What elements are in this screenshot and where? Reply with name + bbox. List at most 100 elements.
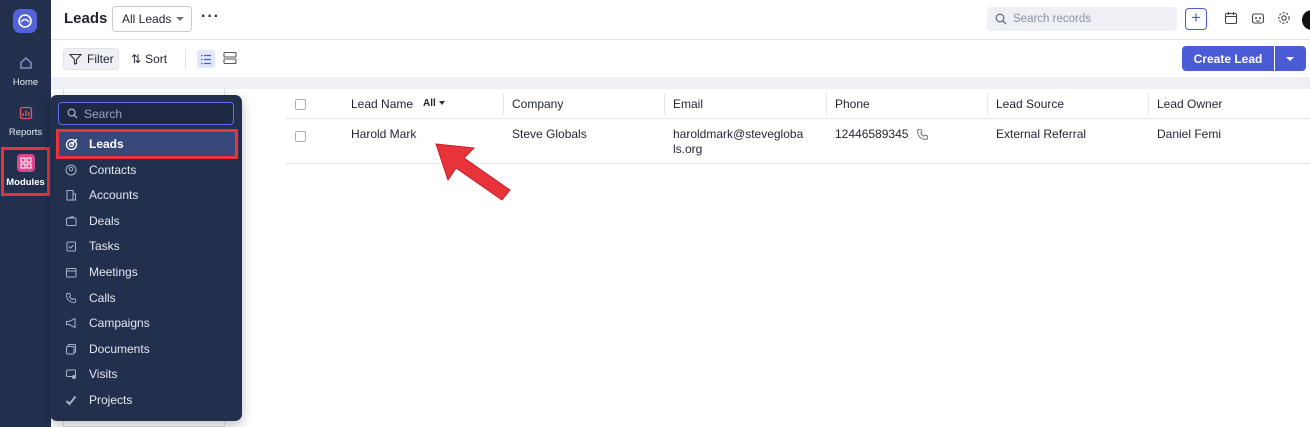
lead-name-filter-label: All <box>423 98 436 109</box>
select-all-checkbox[interactable] <box>295 99 306 110</box>
menu-search-placeholder: Search <box>84 106 123 121</box>
cell-lead-owner: Daniel Femi <box>1157 127 1222 141</box>
menu-item-label: Deals <box>89 213 120 228</box>
app-logo-icon[interactable] <box>13 9 37 33</box>
filter-label: Filter <box>87 52 114 66</box>
add-icon[interactable]: + <box>1185 8 1207 30</box>
sort-label: Sort <box>145 52 168 66</box>
menu-item-label: Campaigns <box>89 315 150 330</box>
menu-item-campaigns[interactable]: Campaigns <box>59 311 234 334</box>
column-header-phone[interactable]: Phone <box>835 97 870 111</box>
sort-button[interactable]: ⇅ Sort <box>131 52 167 66</box>
documents-icon <box>64 342 78 356</box>
column-divider <box>987 93 988 115</box>
cell-company: Steve Globals <box>512 127 587 141</box>
cell-email-line1: haroldmark@stevegloba <box>673 127 804 141</box>
column-header-lead-source[interactable]: Lead Source <box>996 97 1064 111</box>
rail-reports[interactable]: Reports <box>0 104 51 138</box>
gear-icon[interactable] <box>1277 11 1291 25</box>
modules-grid-icon <box>16 154 35 172</box>
row-checkbox[interactable] <box>295 131 306 142</box>
more-options-icon[interactable]: ··· <box>201 8 220 26</box>
filter-button[interactable]: Filter <box>63 48 119 70</box>
search-records-input[interactable]: Search records <box>987 7 1177 31</box>
view-selector[interactable]: All Leads <box>112 6 192 32</box>
home-icon <box>17 54 35 72</box>
menu-item-projects[interactable]: Projects <box>59 388 234 411</box>
view-selector-value: All Leads <box>122 12 172 26</box>
cell-phone-value: 12446589345 <box>835 127 909 141</box>
rail-home[interactable]: Home <box>0 54 51 88</box>
leads-table: Lead Name All Company Email Phone Lead S… <box>285 89 1310 164</box>
menu-item-label: Contacts <box>89 162 137 177</box>
chevron-down-icon <box>176 17 184 21</box>
menu-item-label: Documents <box>89 341 150 356</box>
page-title: Leads <box>64 10 108 27</box>
create-lead-dropdown-icon[interactable] <box>1275 46 1306 71</box>
search-icon <box>67 108 78 119</box>
table-header: Lead Name All Company Email Phone Lead S… <box>285 89 1310 119</box>
menu-item-label: Tasks <box>89 238 120 253</box>
top-bar: Leads All Leads ··· Search records + <box>51 0 1310 40</box>
visits-icon <box>64 367 78 381</box>
cell-lead-name[interactable]: Harold Mark <box>351 127 416 142</box>
menu-item-meetings[interactable]: Meetings <box>59 260 234 283</box>
calendar-icon <box>64 265 78 279</box>
menu-item-label: Leads <box>89 137 124 151</box>
megaphone-icon <box>64 316 78 330</box>
search-icon <box>995 13 1007 25</box>
left-rail: Home Reports Modules <box>0 0 51 427</box>
menu-item-tasks[interactable]: Tasks <box>59 234 234 257</box>
column-header-company[interactable]: Company <box>512 97 563 111</box>
sort-icon: ⇅ <box>131 52 142 66</box>
cell-email[interactable]: haroldmark@stevegloba ls.org <box>673 127 803 157</box>
menu-item-calls[interactable]: Calls <box>59 286 234 309</box>
menu-item-contacts[interactable]: Contacts <box>59 158 234 181</box>
leads-target-icon <box>64 137 78 151</box>
search-records-placeholder: Search records <box>1013 13 1091 25</box>
menu-item-label: Calls <box>89 290 116 305</box>
projects-icon <box>64 393 78 407</box>
rail-reports-label: Reports <box>8 127 43 138</box>
modules-menu: Search Leads Contacts Accounts Deals Tas… <box>50 95 242 421</box>
table-top-band <box>51 77 1310 89</box>
menu-item-visits[interactable]: Visits <box>59 362 234 385</box>
grid-view-icon[interactable] <box>223 51 237 65</box>
cell-phone[interactable]: 12446589345 <box>835 127 929 142</box>
menu-item-label: Visits <box>89 366 118 381</box>
rail-modules[interactable]: Modules <box>1 147 50 196</box>
menu-item-label: Projects <box>89 392 133 407</box>
chevron-down-icon <box>438 101 445 105</box>
task-check-icon <box>64 239 78 253</box>
menu-item-documents[interactable]: Documents <box>59 337 234 360</box>
toolbar: Filter ⇅ Sort Create Lead <box>51 40 1310 77</box>
contact-icon <box>64 163 78 177</box>
rail-modules-label: Modules <box>6 177 45 188</box>
phone-icon[interactable] <box>916 128 929 141</box>
toolbar-divider <box>185 49 186 69</box>
column-header-email[interactable]: Email <box>673 97 703 111</box>
phone-icon <box>64 291 78 305</box>
bot-icon[interactable] <box>1251 11 1265 25</box>
menu-search-input[interactable]: Search <box>58 102 234 125</box>
building-icon <box>64 188 78 202</box>
cell-email-line2: ls.org <box>673 142 703 156</box>
filter-icon <box>69 53 82 65</box>
menu-item-accounts[interactable]: Accounts <box>59 183 234 206</box>
column-header-lead-name[interactable]: Lead Name <box>351 97 413 111</box>
wallet-icon <box>64 214 78 228</box>
calendar-icon[interactable] <box>1224 11 1238 25</box>
column-divider <box>503 93 504 115</box>
column-divider <box>826 93 827 115</box>
column-header-lead-owner[interactable]: Lead Owner <box>1157 97 1222 111</box>
column-divider <box>664 93 665 115</box>
lead-name-filter-dropdown[interactable]: All <box>423 98 445 109</box>
menu-item-leads[interactable]: Leads <box>56 129 238 159</box>
list-view-icon[interactable] <box>197 50 215 68</box>
cell-lead-source: External Referral <box>996 127 1087 141</box>
avatar[interactable] <box>1302 10 1310 30</box>
create-lead-button[interactable]: Create Lead <box>1182 46 1274 71</box>
menu-item-deals[interactable]: Deals <box>59 209 234 232</box>
column-divider <box>1148 93 1149 115</box>
menu-item-label: Meetings <box>89 264 138 279</box>
